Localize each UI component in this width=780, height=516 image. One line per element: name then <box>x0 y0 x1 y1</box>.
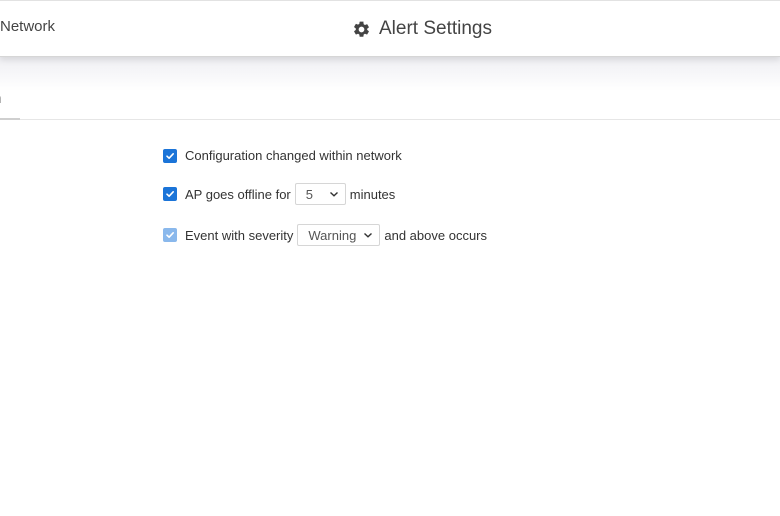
config-changed-label: Configuration changed within network <box>185 148 402 163</box>
ap-offline-checkbox[interactable] <box>163 187 177 201</box>
gear-icon <box>354 21 369 37</box>
checkmark-icon <box>166 232 174 238</box>
checkmark-icon <box>166 152 174 159</box>
severity-select[interactable]: Warning <box>297 224 381 246</box>
title-group: Alert Settings <box>352 18 492 40</box>
alert-option-ap-offline: AP goes offline for 5 minutes <box>163 183 395 205</box>
page-title: Alert Settings <box>379 18 492 39</box>
section-header-band <box>0 57 780 120</box>
chevron-down-icon <box>329 191 338 197</box>
ap-offline-prefix: AP goes offline for <box>185 186 291 202</box>
severity-value: Warning <box>308 227 357 243</box>
checkmark-icon <box>166 191 174 197</box>
alert-option-event-severity: Event with severity Warning and above oc… <box>163 224 487 246</box>
section-tab-underline <box>0 118 20 120</box>
chevron-down-icon <box>364 232 373 238</box>
back-to-network-link[interactable]: Network <box>0 18 55 35</box>
top-header: Network Alert Settings <box>0 0 780 57</box>
offline-minutes-select[interactable]: 5 <box>294 183 346 205</box>
offline-minutes-value: 5 <box>305 186 313 202</box>
config-changed-checkbox[interactable] <box>163 148 177 163</box>
event-severity-prefix: Event with severity <box>185 227 294 243</box>
alert-option-config-changed: Configuration changed within network <box>163 148 402 163</box>
event-severity-suffix: and above occurs <box>384 227 487 243</box>
event-severity-checkbox[interactable] <box>163 228 177 242</box>
ap-offline-suffix: minutes <box>349 186 396 202</box>
section-title: n <box>0 90 1 107</box>
